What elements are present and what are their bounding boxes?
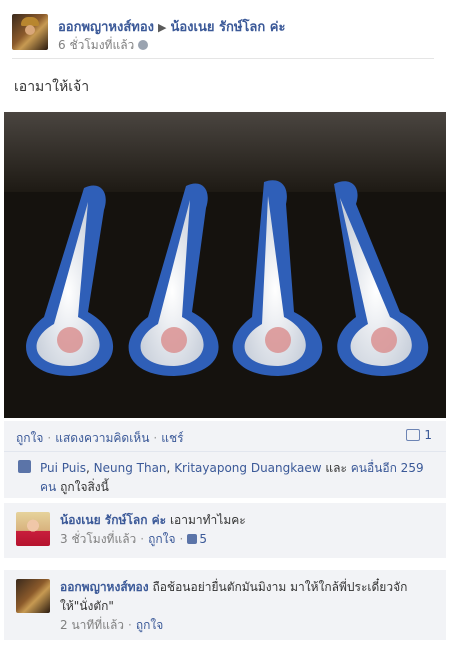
comment-link[interactable]: แสดงความคิดเห็น <box>55 431 149 445</box>
comment-item: ออกพญาหงส์ทอง ถือช้อนอย่ายื่นตักมันมิงาม… <box>4 570 446 640</box>
commenter-name[interactable]: ออกพญาหงส์ทอง <box>60 580 149 594</box>
post-time: 6 ชั่วโมงที่แล้ว <box>58 36 149 55</box>
liker-link[interactable]: Kritayapong Duangkaew <box>174 461 321 475</box>
thumbs-up-icon <box>187 534 198 544</box>
comment-text: เอามาทำไมคะ <box>169 513 246 527</box>
separator-dot: · <box>179 532 184 546</box>
like-link[interactable]: ถูกใจ <box>16 431 43 445</box>
divider <box>12 58 434 59</box>
share-link[interactable]: แชร์ <box>161 431 183 445</box>
comment-count[interactable]: 1 <box>406 428 432 442</box>
post-names: ออกพญาหงส์ทอง ▶ น้องเนย รักษ์โลก ค่ะ <box>58 16 285 37</box>
commenter-name[interactable]: น้องเนย รักษ์โลก ค่ะ <box>60 513 166 527</box>
post-header: ออกพญาหงส์ทอง ▶ น้องเนย รักษ์โลก ค่ะ 6 ชั่… <box>12 14 432 56</box>
likes-summary: Pui Puis, Neung Than, Kritayapong Duangk… <box>4 452 446 498</box>
comment-like-link[interactable]: ถูกใจ <box>136 618 163 632</box>
author-link[interactable]: ออกพญาหงส์ทอง <box>58 20 154 35</box>
separator-dot: · <box>128 618 132 632</box>
separator-dot: · <box>153 431 158 445</box>
target-link[interactable]: น้องเนย รักษ์โลก ค่ะ <box>170 20 285 35</box>
likes-suffix: ถูกใจสิ่งนี้ <box>60 480 109 494</box>
comment-count-value: 1 <box>424 428 432 442</box>
comment-time[interactable]: 3 ชั่วโมงที่แล้ว <box>60 532 136 546</box>
post-actions: ถูกใจ · แสดงความคิดเห็น · แชร์ 1 <box>4 421 446 452</box>
post-timestamp[interactable]: 6 ชั่วโมงที่แล้ว <box>58 38 134 52</box>
commenter-avatar[interactable] <box>16 512 50 546</box>
comment-icon <box>406 429 421 441</box>
comment-like-count[interactable]: 5 <box>199 532 207 546</box>
post-photo[interactable] <box>4 112 446 418</box>
comment-time[interactable]: 2 นาทีที่แล้ว <box>60 618 124 632</box>
separator-dot: · <box>140 532 145 546</box>
separator-dot: · <box>47 431 52 445</box>
comment-body: น้องเนย รักษ์โลก ค่ะ เอามาทำไมคะ 3 ชั่วโ… <box>60 511 432 549</box>
comment-body: ออกพญาหงส์ทอง ถือช้อนอย่ายื่นตักมันมิงาม… <box>60 578 432 635</box>
liker-link[interactable]: Pui Puis <box>40 461 86 475</box>
liker-link[interactable]: Neung Than <box>94 461 167 475</box>
post-caption: เอามาให้เจ้า <box>14 79 90 95</box>
comment-item: น้องเนย รักษ์โลก ค่ะ เอามาทำไมคะ 3 ชั่วโ… <box>4 503 446 558</box>
arrow-right-icon: ▶ <box>158 21 167 34</box>
thumbs-up-icon <box>18 460 31 473</box>
likes-text: Pui Puis, Neung Than, Kritayapong Duangk… <box>40 461 424 494</box>
likes-and: และ <box>325 461 347 475</box>
action-links: ถูกใจ · แสดงความคิดเห็น · แชร์ <box>16 429 184 448</box>
comment-like-link[interactable]: ถูกใจ <box>148 532 175 546</box>
author-avatar[interactable] <box>12 14 48 50</box>
globe-icon <box>138 40 149 50</box>
commenter-avatar[interactable] <box>16 579 50 613</box>
